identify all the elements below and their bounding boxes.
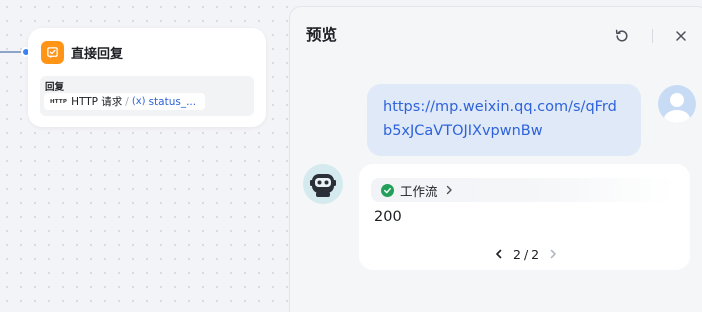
variable-reference[interactable]: HTTP HTTP 请求 / (x) status_... bbox=[44, 93, 205, 110]
variable-icon: (x) bbox=[131, 96, 146, 107]
node-reply-field: 回复 HTTP HTTP 请求 / (x) status_... bbox=[40, 76, 254, 116]
reply-node[interactable]: 直接回复 回复 HTTP HTTP 请求 / (x) status_... bbox=[28, 28, 266, 127]
node-title: 直接回复 bbox=[71, 47, 124, 62]
bot-avatar bbox=[303, 164, 343, 204]
bot-message: 工作流 200 2/2 bbox=[359, 164, 690, 270]
robot-icon bbox=[310, 174, 336, 197]
pager-text: 2/2 bbox=[513, 246, 540, 262]
workflow-label: 工作流 bbox=[400, 183, 438, 199]
bot-response-text: 200 bbox=[374, 209, 402, 225]
pager-current: 2 bbox=[513, 246, 521, 262]
preview-panel: 预览 https://mp.weixin.qq.com/s/qFrdb5xJCa… bbox=[289, 6, 702, 312]
user-avatar bbox=[658, 85, 696, 123]
prev-response-button[interactable] bbox=[491, 246, 507, 262]
refresh-button[interactable] bbox=[612, 26, 632, 46]
chevron-right-icon bbox=[550, 249, 556, 259]
header-divider bbox=[652, 29, 653, 43]
ref-separator: / bbox=[125, 95, 129, 108]
workflow-tag[interactable]: 工作流 bbox=[371, 178, 676, 202]
response-pager: 2/2 bbox=[491, 244, 561, 264]
ref-variable-name: status_... bbox=[148, 95, 197, 108]
connector-line bbox=[0, 51, 22, 53]
node-field-label: 回复 bbox=[45, 82, 65, 93]
chevron-left-icon bbox=[496, 249, 502, 259]
pager-total: 2 bbox=[531, 246, 540, 262]
http-icon: HTTP bbox=[50, 98, 68, 105]
ref-node-name: HTTP 请求 bbox=[71, 96, 123, 108]
refresh-icon bbox=[615, 29, 628, 42]
chevron-right-icon bbox=[446, 185, 452, 195]
reply-icon bbox=[41, 41, 64, 64]
user-message[interactable]: https://mp.weixin.qq.com/s/qFrdb5xJCaVTO… bbox=[367, 84, 641, 156]
panel-title: 预览 bbox=[306, 26, 338, 44]
next-response-button[interactable] bbox=[545, 246, 561, 262]
check-circle-icon bbox=[381, 183, 394, 197]
user-icon bbox=[664, 93, 690, 123]
close-button[interactable] bbox=[671, 26, 691, 46]
close-icon bbox=[676, 31, 686, 41]
